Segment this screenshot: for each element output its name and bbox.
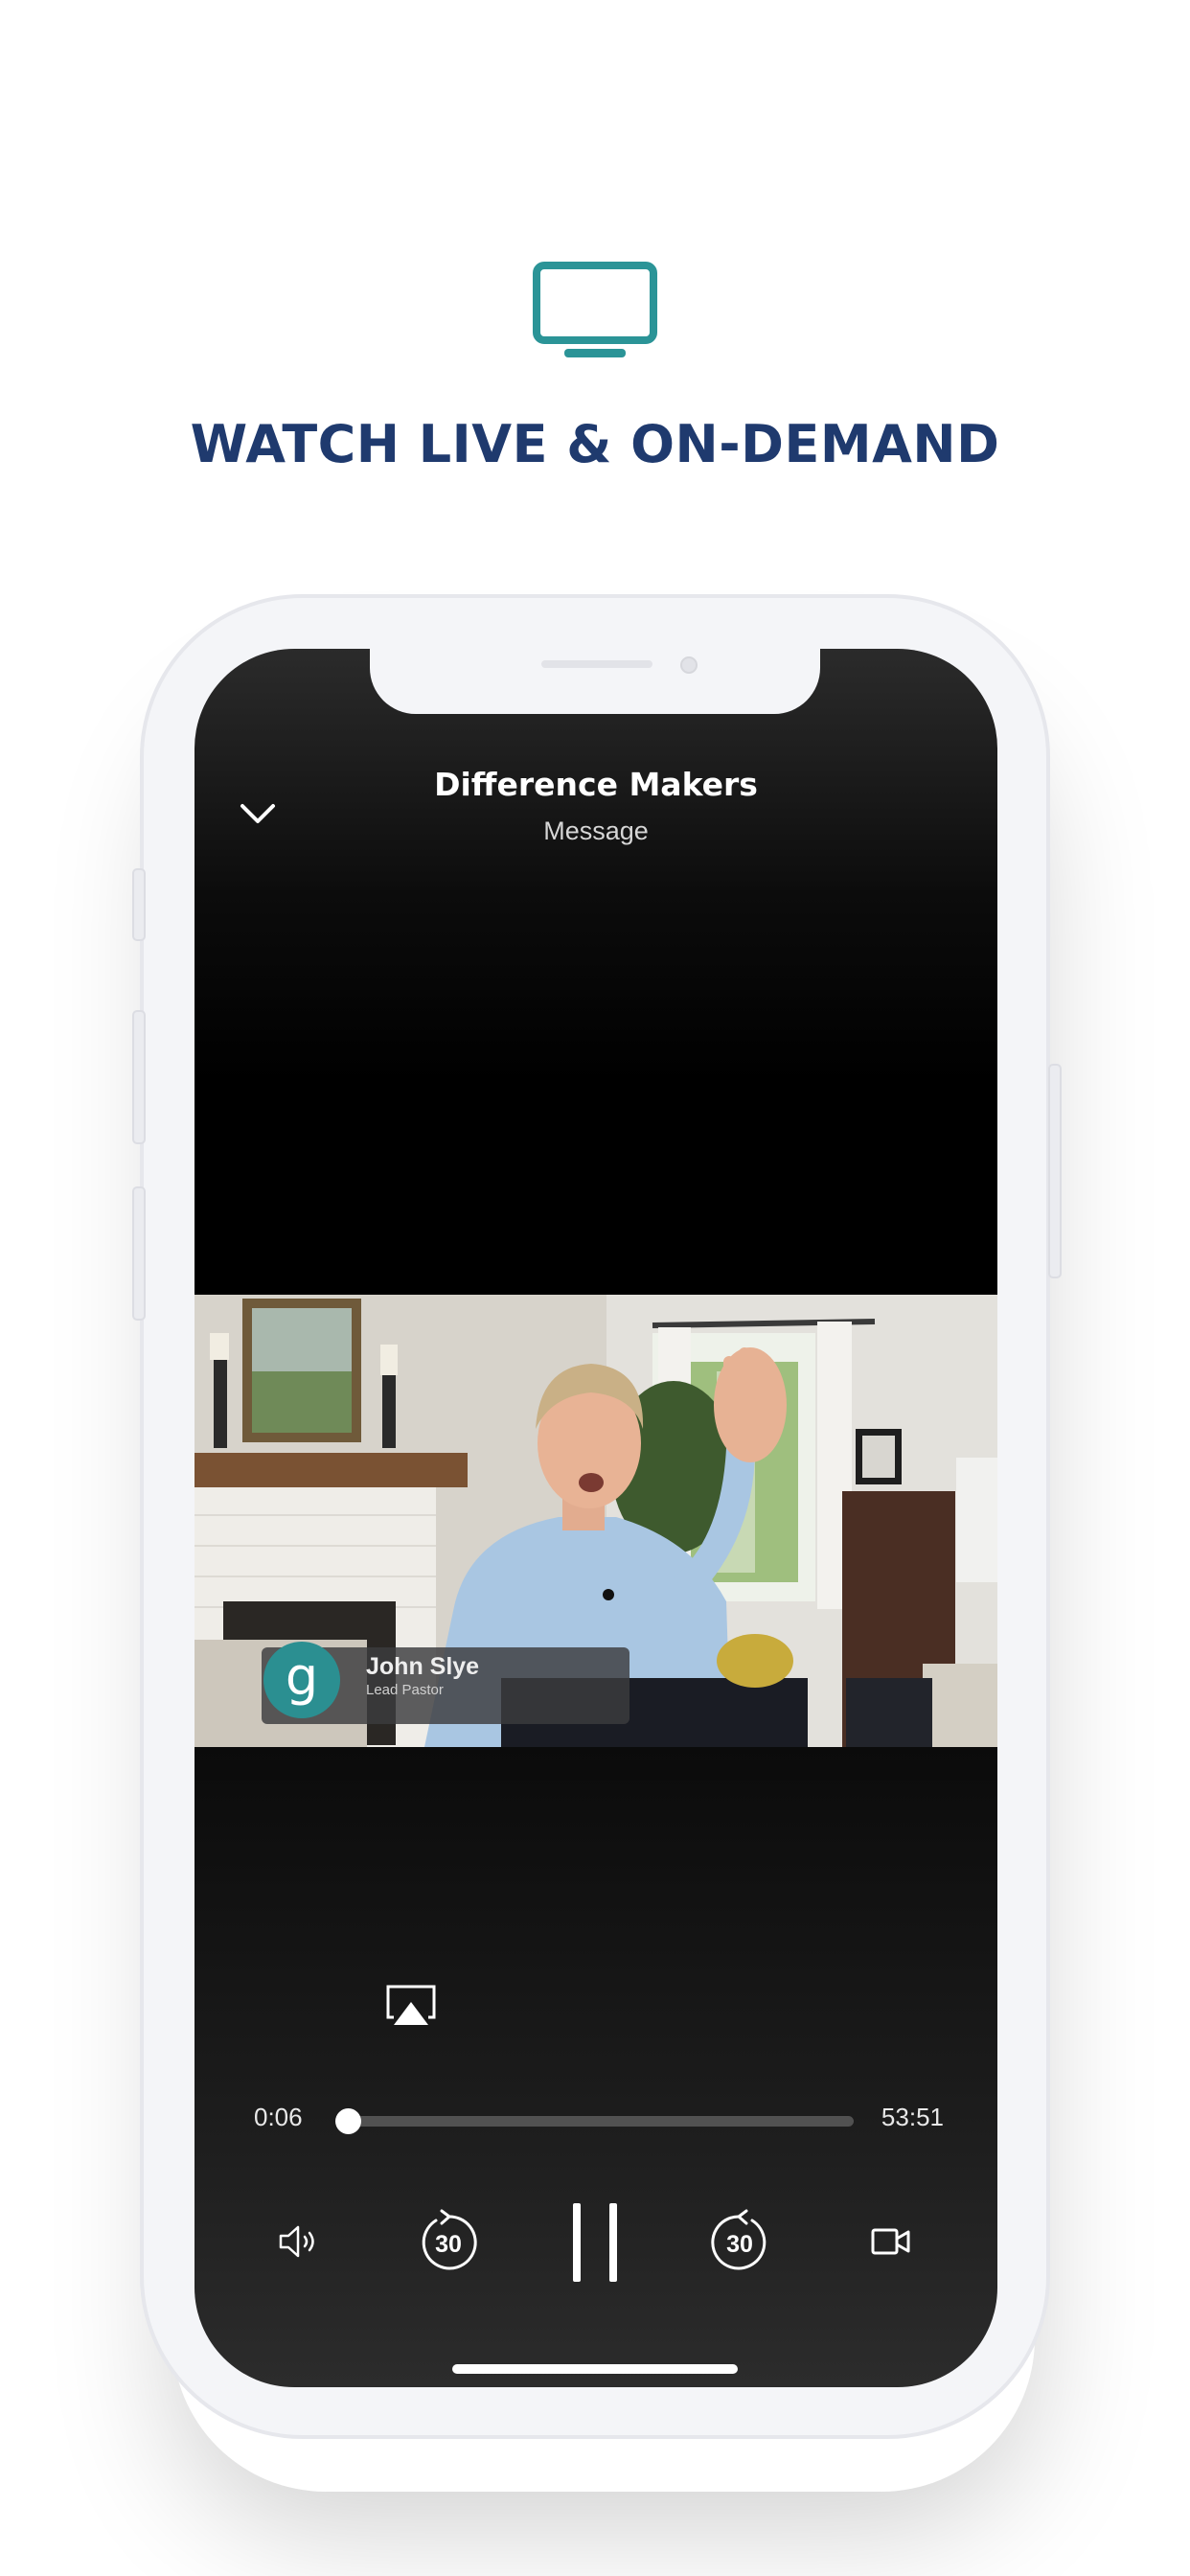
church-logo: g [263, 1642, 340, 1718]
volume-icon[interactable] [277, 2222, 325, 2261]
video-camera-icon[interactable] [870, 2226, 912, 2257]
media-subtitle: Message [543, 816, 649, 845]
pause-icon[interactable] [571, 2203, 619, 2282]
phone-volume-down [132, 1186, 146, 1321]
video-player[interactable]: g John Slye Lead Pastor [195, 1295, 997, 1747]
speaker-name: John Slye [366, 1653, 480, 1680]
phone-silent-switch [132, 868, 146, 941]
rewind-30-icon[interactable]: 30 [415, 2208, 482, 2275]
tv-icon [533, 262, 657, 357]
phone-volume-up [132, 1010, 146, 1144]
pause-bar-right [609, 2203, 617, 2282]
pause-bar-left [573, 2203, 581, 2282]
current-time: 0:06 [254, 2103, 303, 2131]
rewind-label: 30 [435, 2231, 462, 2258]
duration: 53:51 [881, 2103, 944, 2131]
speaker-role: Lead Pastor [366, 1682, 444, 1698]
forward-30-icon[interactable]: 30 [706, 2208, 773, 2275]
phone-camera [680, 656, 698, 674]
forward-label: 30 [726, 2231, 753, 2258]
home-indicator[interactable] [452, 2364, 738, 2374]
player-screen: Difference Makers Message g John Slye Le… [195, 649, 997, 2387]
progress-thumb[interactable] [335, 2108, 362, 2134]
phone-notch [370, 649, 820, 714]
phone-speaker [541, 660, 652, 668]
headline: WATCH LIVE & ON-DEMAND [190, 414, 1000, 474]
airplay-icon[interactable] [384, 1983, 438, 2031]
phone-power-button [1048, 1064, 1062, 1278]
media-title: Difference Makers [434, 766, 758, 803]
progress-track[interactable] [338, 2116, 854, 2127]
